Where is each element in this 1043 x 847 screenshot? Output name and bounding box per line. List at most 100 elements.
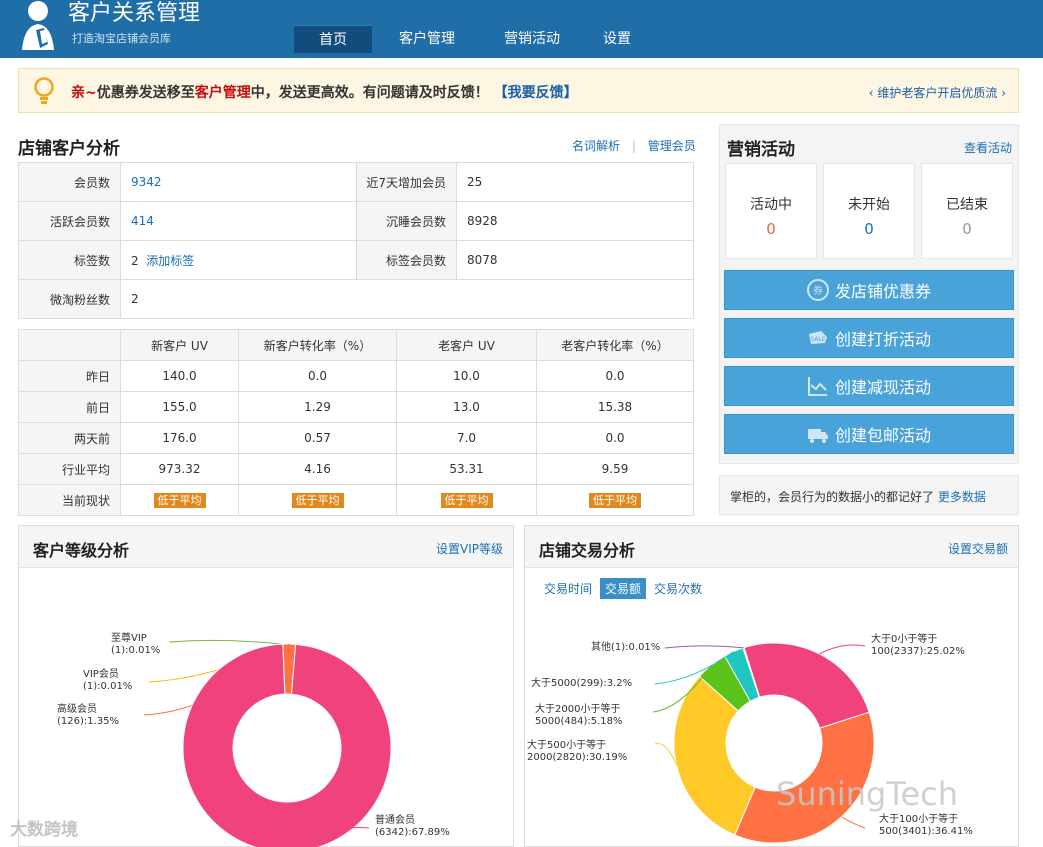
- notice-text: 亲~优惠券发送移至客户管理中，发送更高效。有问题请及时反馈！ 【我要反馈】: [71, 82, 578, 102]
- notice-text-a: 优惠券发送移至: [96, 85, 195, 101]
- nav-home[interactable]: 首页: [294, 25, 372, 53]
- table-row: 两天前 176.0 0.57 7.0 0.0: [18, 422, 694, 454]
- slice-label: (126):1.35%: [57, 716, 119, 727]
- tags-value: 2: [131, 253, 139, 268]
- table-cell: 53.31: [396, 453, 537, 485]
- slice-label: 其他(1):0.01%: [591, 640, 660, 653]
- table-header: 老客户转化率（%）: [536, 329, 694, 361]
- nav-settings[interactable]: 设置: [582, 25, 652, 53]
- active-label: 活跃会员数: [18, 201, 121, 241]
- level-donut-chart: 至尊VIP(1):0.01%VIP会员(1):0.01%高级会员(126):1.…: [57, 631, 450, 847]
- sleep-label: 沉睡会员数: [356, 201, 457, 241]
- table-row: 昨日 140.0 0.0 10.0 0.0: [18, 360, 694, 392]
- slice-label: (1):0.01%: [83, 681, 132, 692]
- slice-label: 2000(2820):30.19%: [527, 752, 627, 763]
- status-badge: 低于平均: [589, 493, 641, 508]
- new7-label: 近7天增加会员: [356, 162, 457, 202]
- slice-label: 大于5000(299):3.2%: [531, 676, 632, 689]
- table-row: 前日 155.0 1.29 13.0 15.38: [18, 391, 694, 423]
- view-activities-link[interactable]: 查看活动: [964, 139, 1012, 156]
- table-row: 标签数 2 添加标签 标签会员数 8078: [18, 240, 694, 280]
- active-value[interactable]: 414: [131, 214, 154, 228]
- stat-active[interactable]: 活动中 0: [725, 163, 817, 259]
- chevron-left-icon[interactable]: ‹: [869, 86, 874, 100]
- table-cell: 9.59: [536, 453, 694, 485]
- nav-marketing[interactable]: 营销活动: [482, 25, 582, 53]
- stat-pending[interactable]: 未开始 0: [823, 163, 915, 259]
- terms-link[interactable]: 名词解析: [572, 139, 620, 153]
- table-header: [18, 329, 121, 361]
- donut-slice[interactable]: [742, 642, 870, 729]
- button-label: 创建包邮活动: [834, 426, 931, 445]
- table-row: 微淘粉丝数 2: [18, 279, 694, 319]
- app-title: 客户关系管理: [68, 1, 201, 26]
- add-tag-link[interactable]: 添加标签: [146, 254, 194, 268]
- uv-conversion-table: 新客户 UV 新客户转化率（%） 老客户 UV 老客户转化率（%） 昨日 140…: [18, 329, 694, 516]
- store-analysis-title: 店铺客户分析: [18, 139, 120, 159]
- sleep-value: 8928: [456, 201, 694, 241]
- tags-label: 标签数: [18, 240, 121, 280]
- nav-customer-management[interactable]: 客户管理: [372, 25, 482, 53]
- table-cell: 13.0: [396, 391, 537, 423]
- table-cell: 0.57: [238, 422, 397, 454]
- chevron-right-icon[interactable]: ›: [1001, 86, 1006, 100]
- leader-line: [168, 639, 282, 645]
- table-row: 会员数 9342 近7天增加会员 25: [18, 162, 694, 202]
- row-label: 两天前: [18, 422, 121, 454]
- marketing-title: 营销活动: [727, 140, 795, 160]
- stat-value: 0: [962, 220, 972, 238]
- svg-text:券: 券: [813, 284, 823, 297]
- slice-label: 大于2000小于等于: [535, 702, 620, 715]
- svg-text:SALE: SALE: [810, 336, 825, 343]
- slice-label: 100(2337):25.02%: [871, 646, 965, 657]
- stat-value: 0: [864, 220, 874, 238]
- lightbulb-icon: [34, 77, 54, 104]
- table-header-row: 新客户 UV 新客户转化率（%） 老客户 UV 老客户转化率（%）: [18, 329, 694, 361]
- table-row: 行业平均 973.32 4.16 53.31 9.59: [18, 453, 694, 485]
- table-row: 活跃会员数 414 沉睡会员数 8928: [18, 201, 694, 241]
- status-badge: 低于平均: [440, 493, 493, 508]
- create-discount-button[interactable]: SALE 创建打折活动: [724, 318, 1014, 358]
- marketing-panel: 营销活动 查看活动 活动中 0 未开始 0 已结束 0 券 发店铺优惠券 SAL…: [719, 124, 1019, 464]
- feedback-link[interactable]: 【我要反馈】: [494, 85, 578, 101]
- notice-right-link[interactable]: 维护老客户开启优质流: [877, 86, 997, 100]
- table-cell: 0.0: [536, 422, 694, 454]
- row-label: 当前现状: [18, 484, 121, 516]
- create-free-shipping-button[interactable]: 创建包邮活动: [724, 414, 1014, 454]
- table-cell: 低于平均: [396, 484, 537, 516]
- button-label: 发店铺优惠券: [834, 282, 931, 301]
- create-cashback-button[interactable]: 创建减现活动: [724, 366, 1014, 406]
- send-coupon-button[interactable]: 券 发店铺优惠券: [724, 270, 1014, 310]
- members-value[interactable]: 9342: [131, 175, 162, 189]
- table-cell: 176.0: [120, 422, 239, 454]
- members-label: 会员数: [18, 162, 121, 202]
- manage-members-link[interactable]: 管理会员: [648, 139, 696, 153]
- row-label: 行业平均: [18, 453, 121, 485]
- slice-label: (1):0.01%: [111, 645, 160, 656]
- watermark-left: 大数跨境: [10, 820, 78, 840]
- weitao-label: 微淘粉丝数: [18, 279, 121, 319]
- table-header: 新客户 UV: [120, 329, 239, 361]
- sale-tag-icon: SALE: [808, 331, 827, 344]
- user-logo-icon: [22, 1, 54, 50]
- slice-label: 大于500小于等于: [527, 738, 606, 751]
- top-header: 客户关系管理 打造淘宝店铺会员库 首页 客户管理 营销活动 设置: [0, 0, 1043, 58]
- slice-label: 至尊VIP: [111, 631, 147, 644]
- slice-label: VIP会员: [83, 667, 119, 680]
- table-cell: 0.0: [238, 360, 397, 392]
- table-cell: 低于平均: [238, 484, 397, 516]
- status-badge: 低于平均: [291, 493, 344, 508]
- stat-ended[interactable]: 已结束 0: [921, 163, 1013, 259]
- slice-label: (6342):67.89%: [375, 827, 450, 838]
- slice-label: 5000(484):5.18%: [535, 716, 622, 727]
- table-cell: 7.0: [396, 422, 537, 454]
- table-cell: 1.29: [238, 391, 397, 423]
- table-cell: 低于平均: [536, 484, 694, 516]
- more-data-link[interactable]: 更多数据: [938, 490, 986, 504]
- table-cell: 973.32: [120, 453, 239, 485]
- notice-carousel: ‹ 维护老客户开启优质流 ›: [869, 84, 1006, 101]
- table-header: 新客户转化率（%）: [238, 329, 397, 361]
- customer-level-panel: 客户等级分析 设置VIP等级 至尊VIP (1):0.01% VIP会员 (1):0.…: [18, 525, 514, 847]
- new7-value: 25: [456, 162, 694, 202]
- table-cell: 0.0: [536, 360, 694, 392]
